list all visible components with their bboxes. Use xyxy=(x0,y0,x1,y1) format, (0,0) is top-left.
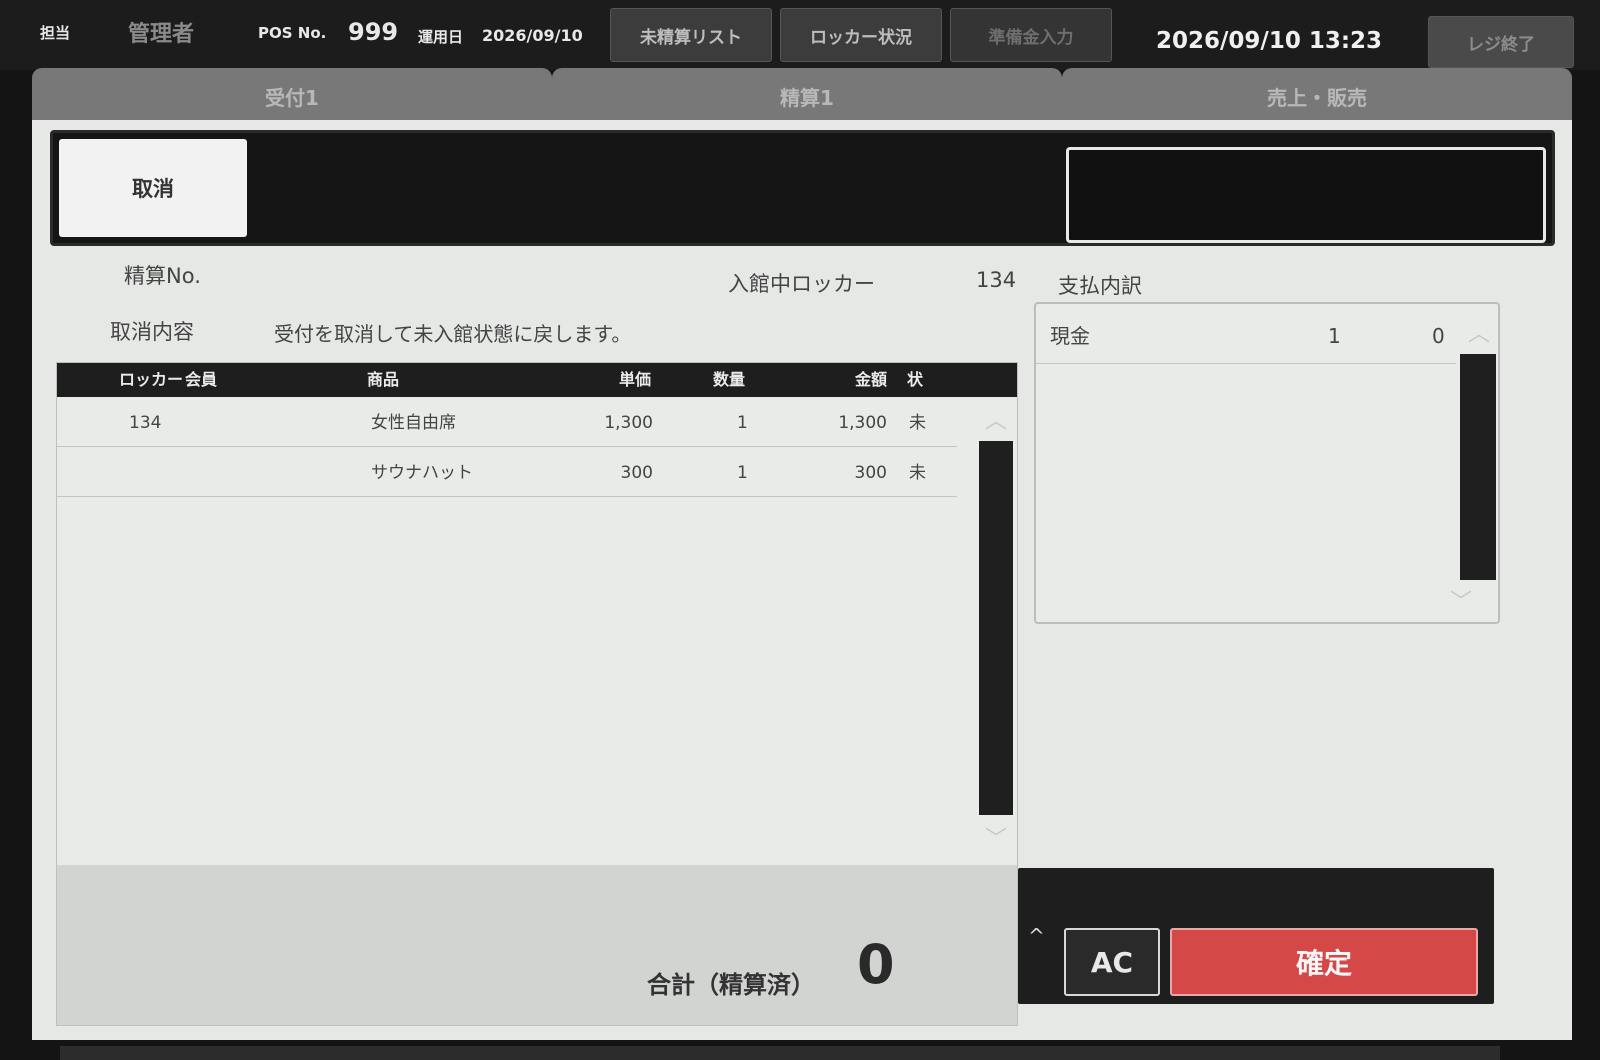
table-row[interactable]: サウナハット 300 1 300 未 xyxy=(57,447,957,497)
row-status: 未 xyxy=(909,463,926,483)
pay-scroll-down-icon[interactable]: ﹀ xyxy=(1450,584,1472,616)
row-unit-price: 1,300 xyxy=(604,413,653,433)
total-label: 合計（精算済） xyxy=(647,971,815,999)
clock: 2026/09/10 13:23 xyxy=(1156,28,1383,54)
header-unit-price: 単価 xyxy=(619,370,652,389)
header-amount: 金額 xyxy=(855,370,888,389)
total-value: 0 xyxy=(857,933,895,996)
confirm-button[interactable]: 確定 xyxy=(1170,928,1478,996)
payment-row[interactable]: 現金 1 0 xyxy=(1036,312,1456,364)
top-bar: 担当 管理者 POS No. 999 運用日 2026/09/10 未精算リスト… xyxy=(0,0,1600,70)
confirm-area: ^ AC 確定 xyxy=(1018,868,1494,1004)
tab-settlement[interactable]: 精算1 xyxy=(552,68,1062,124)
items-table-header: ロッカー 会員 商品 単価 数量 金額 状 xyxy=(57,363,1017,397)
cancel-button[interactable]: 取消 xyxy=(59,139,247,237)
pos-label: POS No. xyxy=(258,24,327,42)
locker-status-button[interactable]: ロッカー状況 xyxy=(780,8,942,62)
payment-list: 現金 1 0 ︿ ﹀ xyxy=(1034,302,1500,624)
action-bar: 取消 xyxy=(50,130,1555,246)
row-amount: 1,300 xyxy=(838,413,887,433)
payment-method: 現金 xyxy=(1050,324,1090,348)
header-product: 商品 xyxy=(367,370,400,389)
header-quantity: 数量 xyxy=(713,370,746,389)
scroll-thumb[interactable] xyxy=(979,441,1013,815)
header-locker: ロッカー xyxy=(119,370,184,389)
expand-caret-icon[interactable]: ^ xyxy=(1028,924,1045,948)
scroll-down-icon[interactable]: ﹀ xyxy=(985,821,1007,853)
operator-label: 担当 xyxy=(40,24,71,42)
settle-no-label: 精算No. xyxy=(124,264,201,288)
payment-amount: 0 xyxy=(1432,324,1445,348)
table-row[interactable]: 134 女性自由席 1,300 1 1,300 未 xyxy=(57,397,957,447)
unsettled-list-button[interactable]: 未精算リスト xyxy=(610,8,772,62)
tab-reception[interactable]: 受付1 xyxy=(32,68,552,124)
row-status: 未 xyxy=(909,413,926,433)
row-quantity: 1 xyxy=(737,413,748,433)
cancel-detail-label: 取消内容 xyxy=(110,320,194,344)
payment-breakdown-label: 支払内訳 xyxy=(1058,274,1142,298)
header-member: 会員 xyxy=(185,370,218,389)
message-display xyxy=(1066,147,1546,243)
biz-date-label: 運用日 xyxy=(418,28,464,46)
scroll-up-icon[interactable]: ︿ xyxy=(985,403,1007,435)
header-status: 状 xyxy=(907,370,924,389)
pos-number: 999 xyxy=(348,18,399,46)
bottom-strip xyxy=(60,1046,1500,1060)
items-scrollbar[interactable]: ︿ ﹀ xyxy=(977,397,1015,855)
items-footer: 合計（精算済） 0 xyxy=(57,865,1017,1025)
row-amount: 300 xyxy=(854,463,887,483)
tab-sales[interactable]: 売上・販売 xyxy=(1062,68,1572,124)
row-product: サウナハット xyxy=(371,463,473,483)
biz-date: 2026/09/10 xyxy=(482,26,583,45)
row-locker: 134 xyxy=(129,413,162,433)
pay-scroll-up-icon[interactable]: ︿ xyxy=(1468,316,1490,348)
reserve-input-button[interactable]: 準備金入力 xyxy=(950,8,1112,62)
row-product: 女性自由席 xyxy=(371,413,456,433)
payment-count: 1 xyxy=(1328,324,1341,348)
locker-value: 134 xyxy=(976,268,1017,292)
row-quantity: 1 xyxy=(737,463,748,483)
register-close-button[interactable]: レジ終了 xyxy=(1428,16,1574,68)
operator-name: 管理者 xyxy=(128,22,195,47)
pay-scroll-thumb[interactable] xyxy=(1460,354,1496,580)
tab-bar: 受付1 精算1 売上・販売 xyxy=(32,68,1572,124)
main-panel: 取消 精算No. 入館中ロッカー 134 支払内訳 取消内容 受付を取消して未入… xyxy=(32,120,1572,1040)
locker-label: 入館中ロッカー xyxy=(728,272,875,296)
cancel-detail-text: 受付を取消して未入館状態に戻します。 xyxy=(274,322,632,346)
ac-button[interactable]: AC xyxy=(1064,928,1160,996)
items-table: ロッカー 会員 商品 単価 数量 金額 状 134 女性自由席 1,300 1 … xyxy=(56,362,1018,1026)
row-unit-price: 300 xyxy=(620,463,653,483)
